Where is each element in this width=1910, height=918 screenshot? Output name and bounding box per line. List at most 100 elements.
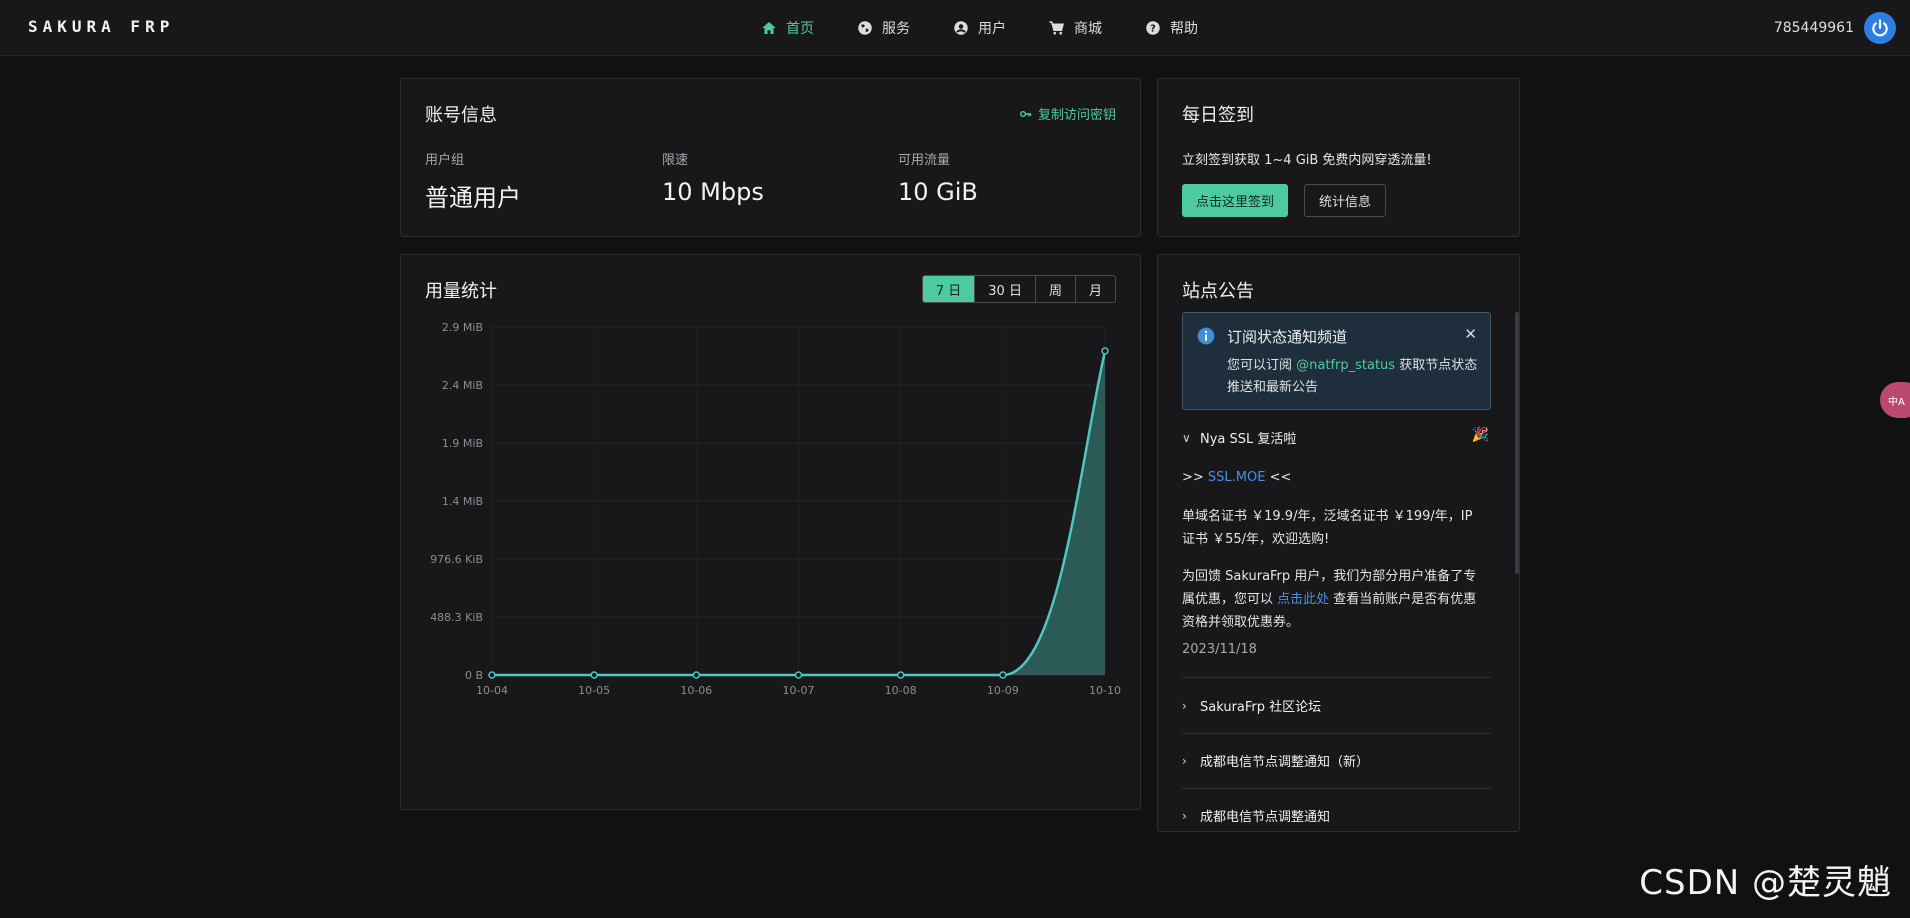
notice-price-paragraph: 单域名证书 ￥19.9/年，泛域名证书 ￥199/年，IP 证书 ￥55/年，欢… <box>1182 509 1473 547</box>
nav-item-label: 帮助 <box>1170 21 1198 37</box>
alert-title: 订阅状态通知频道 <box>1227 328 1348 346</box>
cart-icon <box>1049 21 1064 35</box>
stat-label: 用户组 <box>425 153 465 168</box>
x-tick-label: 10-05 <box>578 684 610 697</box>
y-tick-label: 2.4 MiB <box>442 379 483 392</box>
user-area: 785449961 <box>1774 12 1896 44</box>
y-tick-label: 1.9 MiB <box>442 437 483 450</box>
watermark: CSDN @楚灵魈 <box>1639 863 1892 903</box>
notice-item-title: Nya SSL 复活啦 <box>1200 432 1297 447</box>
usage-stats-card: 用量统计 7 日 30 日 周 月 0 B 488.3 KiB 976.6 KiB 1… <box>400 254 1141 810</box>
notice-date: 2023/11/18 <box>1182 642 1257 657</box>
notice-ssl-link-line: >> SSL.MOE << <box>1182 466 1482 489</box>
nav-item-label: 商城 <box>1074 21 1102 37</box>
card-title: 站点公告 <box>1182 281 1254 302</box>
x-tick-label: 10-06 <box>680 684 712 697</box>
home-icon <box>762 22 776 34</box>
notice-scrollbar[interactable] <box>1515 312 1519 574</box>
data-point <box>1101 347 1109 355</box>
data-point <box>794 671 803 679</box>
y-tick-label: 488.3 KiB <box>430 611 483 624</box>
brand-logo[interactable]: SAKURA FRP <box>28 17 174 36</box>
user-id[interactable]: 785449961 <box>1774 20 1854 36</box>
usage-chart: 0 B 488.3 KiB 976.6 KiB 1.4 MiB 1.9 MiB 2.4 M… <box>430 321 1121 697</box>
click-here-link[interactable]: 点击此处 <box>1277 592 1329 607</box>
data-point <box>488 671 496 679</box>
ssl-moe-link[interactable]: SSL.MOE <box>1208 470 1266 485</box>
divider <box>1182 788 1491 789</box>
signin-button[interactable]: 点击这里签到 <box>1182 184 1289 217</box>
notice-item-chengdu-new[interactable]: › 成都电信节点调整通知（新） <box>1182 751 1370 771</box>
data-point <box>896 671 905 679</box>
notice-discount-paragraph: 为回馈 SakuraFrp 用户，我们为部分用户准备了专属优惠，您可以 点击此处… <box>1182 565 1482 634</box>
x-tick-label: 10-08 <box>885 684 917 697</box>
close-icon[interactable]: ✕ <box>1464 325 1477 343</box>
stat-user-group: 用户组 普通用户 <box>425 149 521 213</box>
stat-speed-limit: 限速 10 Mbps <box>662 149 764 206</box>
notice-item-forum[interactable]: › SakuraFrp 社区论坛 <box>1182 696 1322 716</box>
card-title: 账号信息 <box>425 105 497 126</box>
x-tick-label: 10-04 <box>476 684 508 697</box>
notice-item-title: 成都电信节点调整通知（新） <box>1200 755 1370 770</box>
stat-value: 10 GiB <box>898 178 978 206</box>
stat-label: 可用流量 <box>898 153 951 168</box>
party-popper-icon: 🎉 <box>1471 427 1489 443</box>
card-title: 每日签到 <box>1182 105 1254 126</box>
svg-text:?: ? <box>1150 23 1156 34</box>
notice-item-title: SakuraFrp 社区论坛 <box>1200 700 1322 715</box>
copy-access-key-link[interactable]: 复制访问密钥 <box>1019 104 1116 123</box>
help-icon: ? <box>1146 21 1160 35</box>
nav-item-label: 用户 <box>978 21 1006 37</box>
x-tick-label: 10-07 <box>783 684 815 697</box>
subscribe-alert: 订阅状态通知频道 ✕ 您可以订阅 @natfrp_status 获取节点状态推送… <box>1182 312 1491 410</box>
range-selector: 7 日 30 日 周 月 <box>921 275 1116 303</box>
nav-item-user[interactable]: 用户 <box>952 18 1006 38</box>
nav-item-label: 首页 <box>786 21 814 37</box>
main-nav: 首页 服务 用户 商城 ? 帮助 <box>760 0 1240 56</box>
logout-button[interactable] <box>1864 12 1896 44</box>
copy-key-label: 复制访问密钥 <box>1037 108 1116 123</box>
signin-description: 立刻签到获取 1~4 GiB 免费内网穿透流量! <box>1182 153 1432 168</box>
stat-label: 限速 <box>662 153 689 168</box>
card-title: 用量统计 <box>425 281 497 302</box>
divider <box>1182 677 1491 678</box>
notice-item-nya-ssl[interactable]: ∨ Nya SSL 复活啦 <box>1182 428 1297 448</box>
power-icon <box>1872 19 1888 37</box>
alert-body: 您可以订阅 @natfrp_status 获取节点状态推送和最新公告 <box>1227 355 1482 399</box>
data-point <box>999 671 1007 679</box>
site-notice-card: 站点公告 订阅状态通知频道 ✕ 您可以订阅 @natfrp_status 获取节… <box>1157 254 1520 832</box>
stat-value: 10 Mbps <box>662 178 764 206</box>
key-icon <box>1020 110 1032 117</box>
nav-item-shop[interactable]: 商城 <box>1048 18 1102 38</box>
y-tick-label: 2.9 MiB <box>442 321 483 334</box>
chevron-right-icon: › <box>1182 753 1187 768</box>
range-week[interactable]: 周 <box>1034 276 1075 302</box>
chevron-right-icon: › <box>1182 808 1187 823</box>
range-7-days[interactable]: 7 日 <box>922 276 975 302</box>
globe-icon <box>858 21 872 35</box>
y-tick-label: 976.6 KiB <box>430 553 483 566</box>
chevron-down-icon: ∨ <box>1182 430 1191 445</box>
y-tick-label: 1.4 MiB <box>442 495 483 508</box>
nav-item-help[interactable]: ? 帮助 <box>1144 18 1198 38</box>
translate-float-button[interactable]: 中A <box>1880 382 1910 418</box>
data-point <box>590 671 598 679</box>
data-point <box>692 671 701 679</box>
user-icon <box>954 21 968 35</box>
daily-signin-card: 每日签到 立刻签到获取 1~4 GiB 免费内网穿透流量! 点击这里签到 统计信… <box>1157 78 1520 237</box>
alert-body-text: 您可以订阅 <box>1227 358 1297 373</box>
nav-item-home[interactable]: 首页 <box>760 18 814 38</box>
range-month[interactable]: 月 <box>1074 276 1115 302</box>
info-icon <box>1197 327 1215 345</box>
stats-info-button[interactable]: 统计信息 <box>1304 184 1387 217</box>
stat-traffic: 可用流量 10 GiB <box>898 149 978 206</box>
nav-item-services[interactable]: 服务 <box>856 18 910 38</box>
natfrp-status-link[interactable]: @natfrp_status <box>1296 358 1395 373</box>
x-tick-label: 10-10 <box>1089 684 1121 697</box>
x-tick-label: 10-09 <box>987 684 1019 697</box>
y-tick-label: 0 B <box>465 669 483 682</box>
range-30-days[interactable]: 30 日 <box>974 276 1035 302</box>
notice-item-chengdu[interactable]: › 成都电信节点调整通知 <box>1182 806 1330 826</box>
notice-text: >> <box>1182 470 1208 485</box>
account-info-card: 账号信息 复制访问密钥 用户组 普通用户 限速 10 Mbps 可用流量 10 … <box>400 78 1141 237</box>
